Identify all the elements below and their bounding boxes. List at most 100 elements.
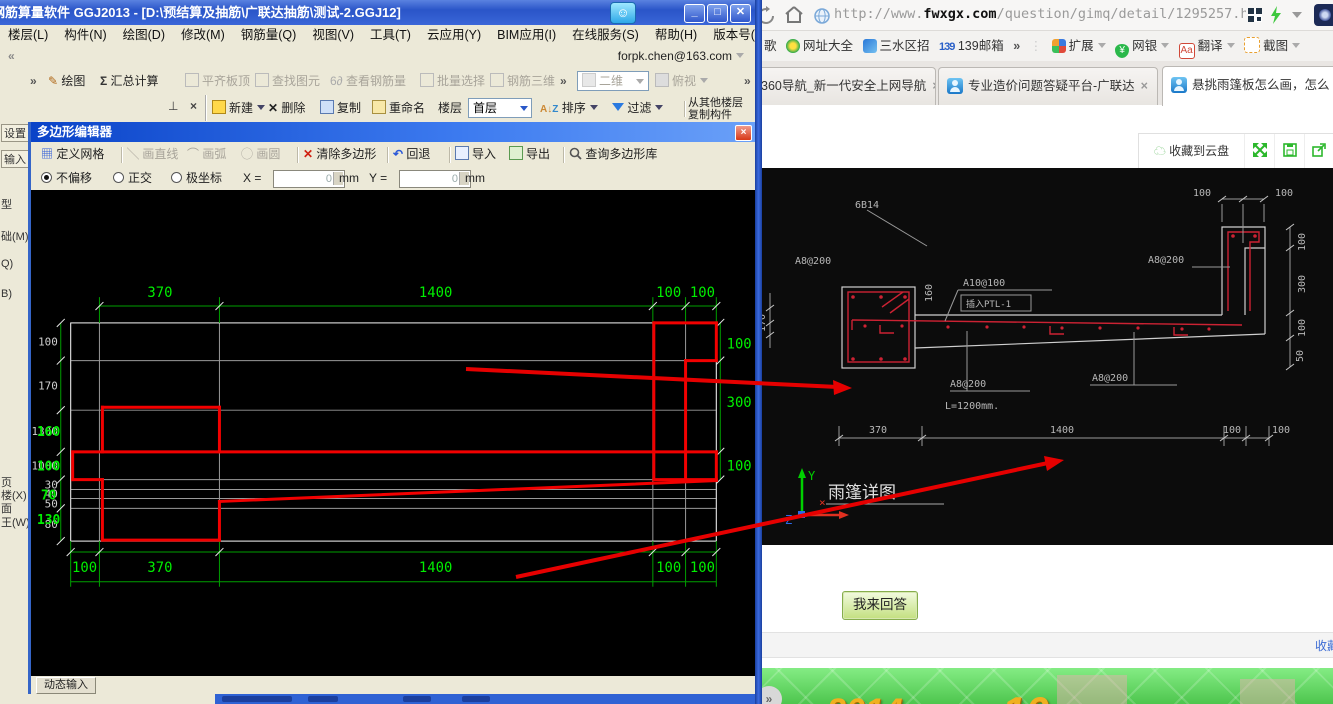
tab-360-nav[interactable]: 360导航_新一代安全上网导航×: [762, 67, 936, 105]
clear-polygon-button[interactable]: ✕ 清除多边形: [303, 144, 376, 164]
export-button[interactable]: 导出: [509, 144, 550, 164]
sort-button[interactable]: A↓Z 排序: [540, 98, 598, 118]
svg-text:A8@200: A8@200: [1148, 255, 1184, 266]
taskbar-item[interactable]: [308, 696, 338, 702]
save-to-cloud-button[interactable]: ☁ 收藏到云盘: [1139, 134, 1245, 169]
tab-close-icon[interactable]: ×: [932, 79, 936, 93]
share-icon: [1312, 143, 1326, 157]
draw-button[interactable]: ✎ 绘图: [48, 71, 85, 91]
new-component-button[interactable]: 新建: [212, 98, 265, 118]
rename-button[interactable]: 重命名: [372, 98, 425, 118]
browser-window: http://www.fwxgx.com/question/gimq/detai…: [762, 0, 1333, 704]
find-element-button[interactable]: 查找图元: [255, 71, 320, 91]
draw-line-button[interactable]: ╲ 画直线: [127, 144, 178, 164]
pin-icon[interactable]: ⊥: [168, 99, 178, 113]
bookmarks-overflow-icon[interactable]: »: [1013, 39, 1020, 53]
qr-code-icon[interactable]: [1248, 8, 1262, 22]
browser-corner-icon[interactable]: [1314, 4, 1333, 26]
site-icon: [863, 39, 877, 53]
taskbar-item[interactable]: [222, 696, 292, 702]
draw-arc-button[interactable]: ⌒ 画弧: [187, 144, 226, 164]
import-button[interactable]: 导入: [455, 144, 496, 164]
maximize-button[interactable]: □: [707, 4, 728, 23]
ortho-radio[interactable]: 正交: [113, 168, 152, 188]
offset-none-radio[interactable]: 不偏移: [41, 168, 92, 188]
address-bar[interactable]: http://www.fwxgx.com/question/gimq/detai…: [834, 6, 1246, 22]
delete-button[interactable]: ✕ 删除: [268, 98, 305, 118]
copy-from-floor-button[interactable]: 从其他楼层复制构件: [688, 97, 750, 117]
menu-view[interactable]: 视图(V): [304, 28, 362, 42]
dialog-close-icon[interactable]: ×: [735, 125, 752, 141]
refresh-icon[interactable]: [762, 6, 776, 26]
overflow-chevron-icon[interactable]: »: [744, 71, 751, 91]
menu-online[interactable]: 在线服务(S): [564, 28, 647, 42]
view-rebar-button[interactable]: 6∂ 查看钢筋量: [330, 71, 406, 91]
menu-cloud[interactable]: 云应用(Y): [419, 28, 489, 42]
ad-banner[interactable]: » 2014 10: [762, 668, 1333, 704]
menu-floor[interactable]: 楼层(L): [0, 28, 56, 42]
dynamic-input-toggle[interactable]: 动态输入: [36, 677, 96, 694]
page-content: ☁ 收藏到云盘: [762, 105, 1333, 704]
extensions-button[interactable]: 扩展: [1052, 39, 1106, 53]
account-email[interactable]: forpk.chen@163.com: [618, 49, 744, 63]
answer-button[interactable]: 我来回答: [842, 591, 918, 620]
toolbar-overflow-icon[interactable]: «: [8, 49, 15, 63]
polar-radio[interactable]: 极坐标: [171, 168, 222, 188]
tab-close-icon[interactable]: ×: [1141, 79, 1148, 93]
define-grid-button[interactable]: ▦ 定义网格: [41, 144, 104, 164]
share-button[interactable]: [1305, 134, 1333, 169]
translate-button[interactable]: Aa翻译: [1179, 39, 1235, 53]
dropdown-chevron-icon[interactable]: [1292, 12, 1302, 18]
assistant-smiley-icon[interactable]: ☺: [610, 2, 636, 24]
panel-tab-fragment[interactable]: 设置: [1, 124, 28, 142]
dialog-mode-row: 不偏移 正交 极坐标 X = 0 mm Y = 0 mm: [31, 168, 755, 191]
taskbar-item[interactable]: [462, 696, 490, 702]
expand-button[interactable]: [1245, 134, 1275, 169]
menu-draw[interactable]: 绘图(D): [115, 28, 173, 42]
close-button[interactable]: ✕: [730, 4, 751, 23]
bookmark-partial[interactable]: 歌: [764, 39, 777, 53]
tab-qa-platform[interactable]: 专业造价问题答疑平台-广联达×: [938, 67, 1158, 105]
top-view-combo[interactable]: 俯视: [655, 71, 708, 91]
rebar-3d-button[interactable]: 钢筋三维: [490, 71, 555, 91]
bookmark-item[interactable]: 三水区招: [863, 39, 930, 53]
flush-slab-button[interactable]: 平齐板顶: [185, 71, 250, 91]
copy-button[interactable]: 复制: [320, 98, 361, 118]
menu-help[interactable]: 帮助(H): [647, 28, 705, 42]
home-icon[interactable]: [784, 5, 804, 25]
floor-select[interactable]: 首层: [468, 98, 532, 118]
menu-rebar[interactable]: 钢筋量(Q): [233, 28, 305, 42]
filter-button[interactable]: 过滤: [612, 98, 663, 118]
lightning-icon[interactable]: [1270, 6, 1282, 24]
tab-canopy-question[interactable]: 悬挑雨篷板怎么画，怎么: [1162, 66, 1333, 106]
query-polygon-lib-button[interactable]: 查询多边形库: [569, 144, 657, 164]
canopy-detail-image[interactable]: 6B14 A8@200 A10@100 插入PTL-1 160 A8@200 L…: [762, 168, 1333, 545]
panel-tab-fragment[interactable]: 输入: [1, 150, 28, 168]
menu-bim[interactable]: BIM应用(I): [489, 28, 564, 42]
ebank-button[interactable]: ¥网银: [1115, 39, 1169, 53]
summary-calc-button[interactable]: Σ 汇总计算: [100, 71, 159, 91]
dimension-mode-combo[interactable]: 二维: [577, 71, 649, 91]
editor-canvas[interactable]: 370 1400 100 100 100 370 1400 100 100 10…: [31, 190, 755, 676]
collect-link[interactable]: 收藏: [1315, 637, 1333, 654]
menu-tools[interactable]: 工具(T): [362, 28, 419, 42]
overflow-chevron-icon[interactable]: »: [560, 71, 567, 91]
taskbar-item[interactable]: [403, 696, 431, 702]
undo-button[interactable]: ↶ 回退: [393, 144, 430, 164]
screenshot-button[interactable]: 截图: [1244, 39, 1300, 53]
draw-circle-button[interactable]: ◯ 画圆: [241, 144, 280, 164]
y-coord-input[interactable]: 0: [399, 170, 471, 188]
panel-close-icon[interactable]: ×: [190, 99, 197, 113]
menu-modify[interactable]: 修改(M): [173, 28, 233, 42]
bookmark-item[interactable]: 139 139邮箱: [939, 39, 1004, 53]
save-image-button[interactable]: [1275, 134, 1305, 169]
overflow-chevron-icon[interactable]: »: [30, 71, 37, 91]
bookmark-item[interactable]: 网址大全: [786, 39, 853, 53]
x-coord-input[interactable]: 0: [273, 170, 345, 188]
app-titlebar[interactable]: 钢筋算量软件 GGJ2013 - [D:\预结算及抽筋\广联达抽筋\测试-2.G…: [0, 0, 758, 25]
dialog-titlebar[interactable]: 多边形编辑器 ×: [31, 122, 755, 142]
batch-select-button[interactable]: 批量选择: [420, 71, 485, 91]
menu-component[interactable]: 构件(N): [56, 28, 114, 42]
minimize-button[interactable]: _: [684, 4, 705, 23]
banner-arrow-icon[interactable]: »: [762, 686, 782, 704]
